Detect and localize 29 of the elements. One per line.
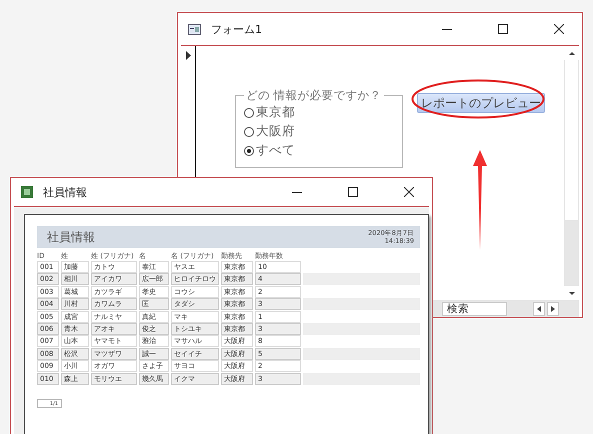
form-icon <box>188 24 201 34</box>
report-title: 社員情報 <box>47 228 95 246</box>
radio-option[interactable]: 大阪府 <box>244 122 394 141</box>
scroll-thumb[interactable] <box>565 60 578 220</box>
close-icon <box>554 24 564 34</box>
down-arrow-icon <box>568 292 574 294</box>
radio-button[interactable] <box>244 146 254 156</box>
search-field[interactable]: 検索 <box>442 302 507 316</box>
scroll-down-button[interactable] <box>564 286 579 300</box>
radio-option[interactable]: 東京都 <box>244 103 394 122</box>
preview-button[interactable]: レポートのプレビュー <box>417 93 545 113</box>
group-label: どの 情報が必要ですか？ <box>245 88 383 103</box>
left-arrow-icon <box>537 306 541 312</box>
close-icon <box>404 187 414 197</box>
minimize-icon <box>442 28 452 30</box>
window-title: フォーム1 <box>211 22 263 36</box>
maximize-icon <box>348 187 358 197</box>
vertical-scrollbar[interactable] <box>564 46 579 317</box>
next-button[interactable] <box>547 302 559 316</box>
maximize-icon <box>498 24 508 34</box>
radio-option[interactable]: すべて <box>244 141 394 160</box>
record-selector-icon[interactable] <box>186 51 190 60</box>
right-arrow-icon <box>551 306 555 312</box>
up-arrow-icon <box>568 52 574 54</box>
radio-button[interactable] <box>244 108 254 118</box>
report-icon <box>21 186 33 198</box>
previous-button[interactable] <box>533 302 545 316</box>
radio-button[interactable] <box>244 126 254 136</box>
window-title: 社員情報 <box>43 184 88 200</box>
